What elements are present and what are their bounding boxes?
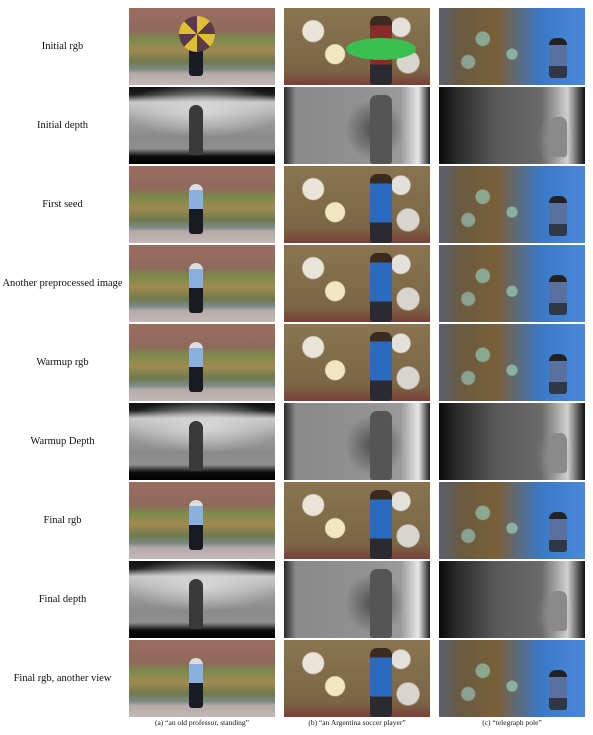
subject-silhouette — [370, 569, 392, 638]
subject-figure — [370, 174, 392, 243]
depth-image — [439, 561, 585, 638]
subject-silhouette — [189, 579, 203, 629]
subject-silhouette — [549, 433, 567, 473]
row-label: Final rgb — [43, 514, 82, 526]
depth-image — [439, 87, 585, 164]
depth-image — [129, 87, 275, 164]
figure-row: Initial depth — [0, 87, 593, 164]
subject-figure — [189, 500, 203, 550]
subject-figure — [549, 196, 567, 236]
depth-image — [439, 403, 585, 480]
row-label: Another preprocessed image — [2, 277, 123, 289]
subject-figure — [370, 648, 392, 717]
depth-image — [284, 561, 430, 638]
subject-figure — [549, 354, 567, 394]
subject-figure — [549, 275, 567, 315]
umbrella — [179, 16, 215, 52]
subject-silhouette — [189, 105, 203, 155]
figure-row: Warmup Depth — [0, 403, 593, 480]
caption-b: (b) “an Argentina soccer player” — [308, 718, 406, 727]
rgb-image — [284, 640, 430, 717]
rgb-image — [129, 245, 275, 322]
subject-figure — [370, 253, 392, 322]
subject-figure — [370, 490, 392, 559]
rgb-image — [284, 245, 430, 322]
figure-row: Another preprocessed image — [0, 245, 593, 322]
figure-row: Final depth — [0, 561, 593, 638]
subject-figure — [189, 658, 203, 708]
row-label: Initial rgb — [41, 40, 84, 52]
caption-c: (c) “telegraph pole” — [482, 718, 542, 727]
rgb-image — [439, 166, 585, 243]
depth-image — [284, 87, 430, 164]
subject-silhouette — [549, 117, 567, 157]
rgb-image — [284, 166, 430, 243]
subject-figure — [549, 512, 567, 552]
rgb-image — [129, 324, 275, 401]
figure-row: First seed — [0, 166, 593, 243]
rgb-image — [439, 8, 585, 85]
depth-image — [284, 403, 430, 480]
subject-figure — [189, 184, 203, 234]
rgb-image — [129, 640, 275, 717]
figure-row: Warmup rgb — [0, 324, 593, 401]
caption-a: (a) “an old professor, standing” — [154, 718, 250, 727]
row-label: Final rgb, another view — [13, 672, 112, 684]
rgb-image — [284, 482, 430, 559]
row-label: Final depth — [38, 593, 87, 605]
figure-row: Final rgb — [0, 482, 593, 559]
rgb-image — [439, 324, 585, 401]
depth-image — [129, 561, 275, 638]
rgb-image — [129, 166, 275, 243]
rgb-image — [284, 8, 430, 85]
subject-silhouette — [549, 591, 567, 631]
subject-figure — [549, 670, 567, 710]
subject-figure — [549, 38, 567, 78]
subject-silhouette — [370, 411, 392, 480]
subject-silhouette — [370, 95, 392, 164]
rgb-image — [129, 482, 275, 559]
subject-silhouette — [189, 421, 203, 471]
rgb-image — [439, 245, 585, 322]
subject-figure — [189, 263, 203, 313]
row-label: Warmup Depth — [30, 435, 95, 447]
depth-image — [129, 403, 275, 480]
rgb-image — [439, 640, 585, 717]
row-label: Initial depth — [36, 119, 89, 131]
row-label: First seed — [42, 198, 83, 210]
row-label: Warmup rgb — [36, 356, 89, 368]
figure-row: Initial rgb — [0, 8, 593, 85]
rgb-image — [439, 482, 585, 559]
rgb-image — [284, 324, 430, 401]
figure-row: Final rgb, another view — [0, 640, 593, 717]
rgb-image — [129, 8, 275, 85]
subject-figure — [189, 342, 203, 392]
subject-figure — [370, 332, 392, 401]
inflatable-dinosaur — [346, 38, 416, 60]
